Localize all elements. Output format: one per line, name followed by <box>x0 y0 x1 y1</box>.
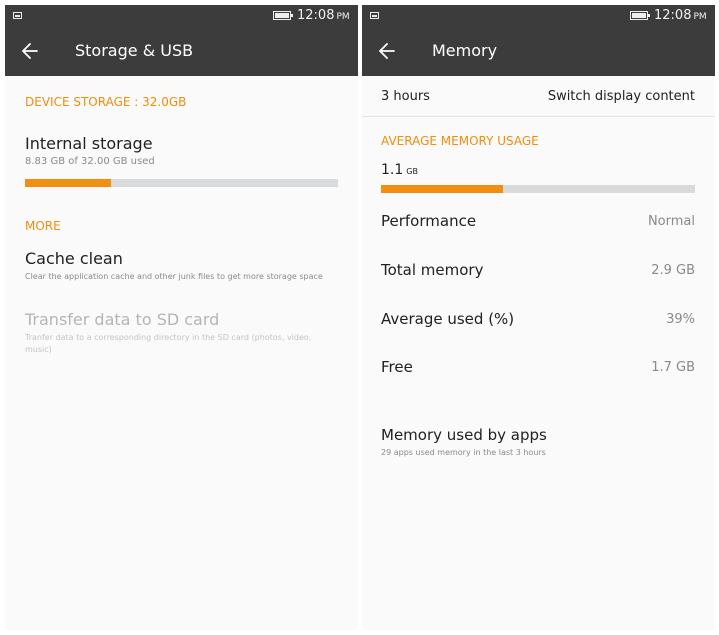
storage-usage-text: 8.83 GB of 32.00 GB used <box>25 156 155 167</box>
free-memory-value: 1.7 GB <box>651 360 695 375</box>
memory-progress-bar <box>381 185 695 193</box>
cache-clean-label: Cache clean <box>25 249 123 268</box>
clock: 12:08 PM <box>297 8 350 23</box>
performance-value: Normal <box>647 214 695 229</box>
duration-row: 3 hours Switch display content <box>362 76 715 117</box>
status-bar: 12:08 PM <box>5 5 358 27</box>
memory-apps-description: 29 apps used memory in the last 3 hours <box>381 448 546 457</box>
battery-icon <box>273 11 293 20</box>
avg-memory-header: AVERAGE MEMORY USAGE <box>381 134 539 148</box>
clock: 12:08 PM <box>654 8 707 23</box>
back-arrow-icon[interactable] <box>21 41 39 61</box>
app-bar: Memory <box>362 27 715 76</box>
transfer-sd-description: Tranfer data to a corresponding director… <box>25 333 312 354</box>
total-memory-value: 2.9 GB <box>651 263 695 278</box>
memory-progress-fill <box>381 185 504 193</box>
total-memory-label: Total memory <box>381 261 484 279</box>
image-icon <box>370 12 379 19</box>
app-bar: Storage & USB <box>5 27 358 76</box>
device-storage-header: DEVICE STORAGE : 32.0GB <box>25 95 187 109</box>
image-icon <box>13 12 22 19</box>
more-header: MORE <box>25 219 61 233</box>
transfer-sd-label: Transfer data to SD card <box>25 310 220 329</box>
internal-storage-label: Internal storage <box>25 134 153 153</box>
storage-screen: 12:08 PM Storage & USB DEVICE STORAGE : 3… <box>5 5 358 630</box>
battery-icon <box>630 11 650 20</box>
page-title: Memory <box>432 41 498 60</box>
avg-memory-value: 1.1 GB <box>381 162 418 178</box>
free-memory-label: Free <box>381 358 413 376</box>
cache-clean-description: Clear the application cache and other ju… <box>25 272 323 281</box>
memory-screen: 12:08 PM Memory 3 hours Switch display co… <box>362 5 715 630</box>
back-arrow-icon[interactable] <box>378 41 396 61</box>
storage-progress-fill <box>25 179 112 187</box>
average-used-label: Average used (%) <box>381 310 515 328</box>
page-title: Storage & USB <box>75 41 194 60</box>
average-used-value: 39% <box>666 312 695 327</box>
duration-selector[interactable]: 3 hours <box>381 89 430 104</box>
status-bar: 12:08 PM <box>362 5 715 27</box>
switch-display-button[interactable]: Switch display content <box>548 89 695 104</box>
storage-progress-bar <box>25 179 338 187</box>
performance-label: Performance <box>381 212 477 230</box>
memory-apps-label: Memory used by apps <box>381 426 547 444</box>
